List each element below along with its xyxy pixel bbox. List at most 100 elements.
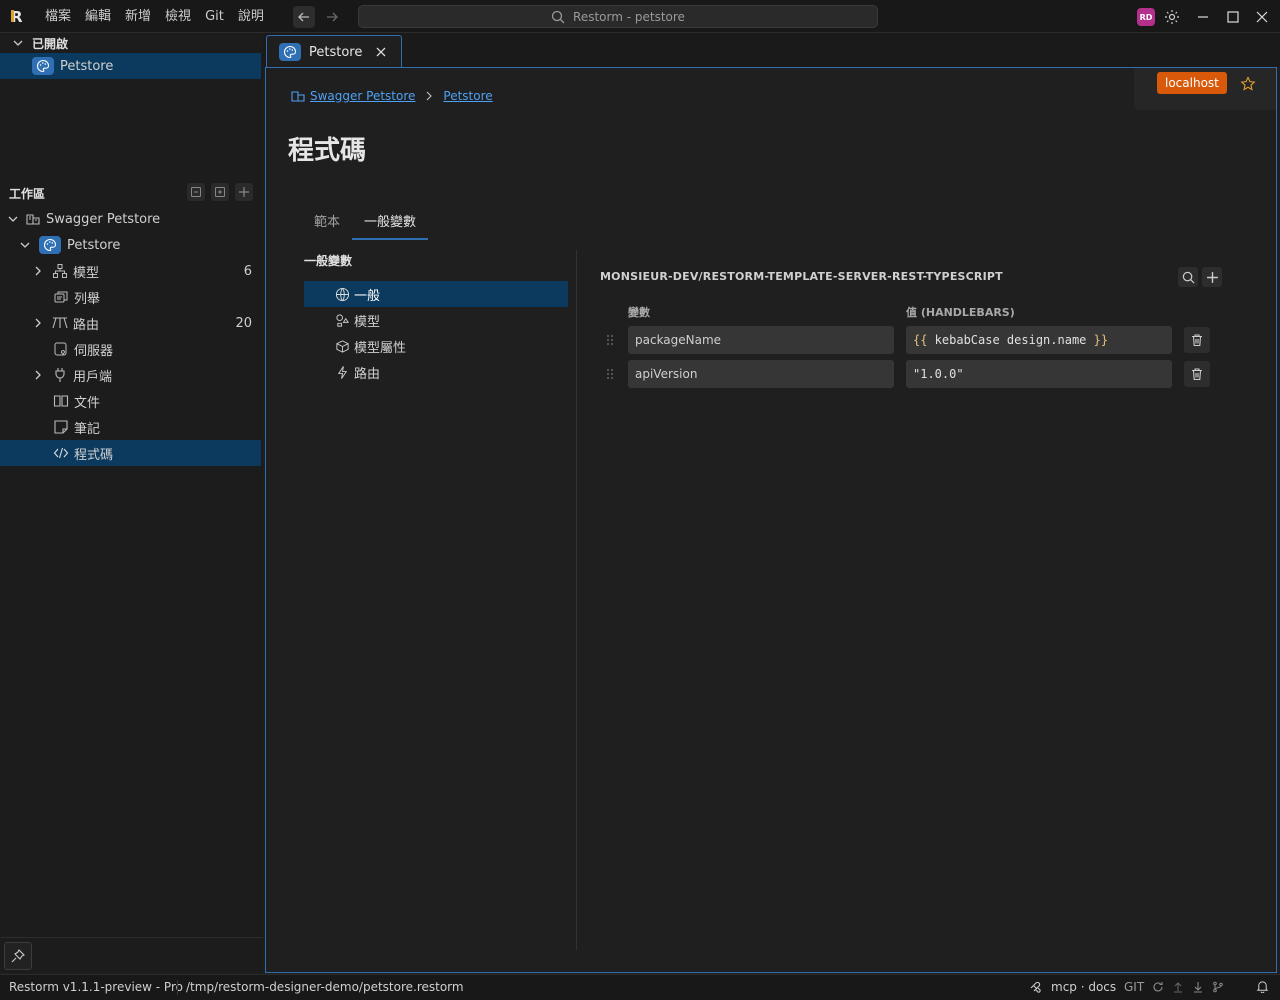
project-path[interactable]: /tmp/restorm-designer-demo/petstore.rest… (186, 975, 464, 1000)
tree-item-code[interactable]: 程式碼 (0, 440, 261, 466)
expand-all-icon (215, 187, 225, 197)
refresh-icon[interactable] (1152, 981, 1164, 993)
tree-item-models[interactable]: 模型 6 (0, 258, 261, 284)
variable-value-field[interactable]: {{ kebabCase design.name }} (906, 326, 1172, 354)
chevron-right-icon (32, 317, 44, 329)
cube-icon (334, 338, 350, 354)
add-workspace-button[interactable] (235, 183, 253, 201)
tree-root-label: Swagger Petstore (46, 211, 161, 227)
command-search[interactable]: Restorm - petstore (358, 5, 878, 28)
delete-variable-button[interactable] (1184, 327, 1210, 353)
delete-variable-button[interactable] (1184, 361, 1210, 387)
arrow-left-icon (298, 12, 309, 22)
menu-edit[interactable]: 編輯 (78, 0, 118, 33)
panel-divider (576, 250, 577, 950)
close-window-button[interactable] (1253, 8, 1271, 26)
app-logo-icon: R (9, 7, 27, 25)
variables-section-label: 一般變數 (304, 254, 353, 268)
subtab-templates[interactable]: 範本 (302, 214, 352, 240)
opened-item-petstore[interactable]: Petstore (0, 53, 261, 79)
variable-value-field[interactable]: "1.0.0" (906, 360, 1172, 388)
category-model[interactable]: 模型 (304, 307, 568, 333)
tab-close-button[interactable] (376, 47, 386, 57)
chevron-right-icon (32, 369, 44, 381)
title-bar: R 檔案 編輯 新增 檢視 Git 說明 Restorm - petstore … (0, 0, 1280, 33)
star-icon[interactable] (1240, 76, 1256, 92)
tree-root-swagger-petstore[interactable]: Swagger Petstore (0, 206, 261, 232)
trash-icon (1192, 368, 1202, 381)
tree-item-routes[interactable]: 路由 20 (0, 310, 261, 336)
maximize-button[interactable] (1224, 8, 1242, 26)
git-label: GIT (1124, 980, 1145, 994)
expand-all-button[interactable] (211, 183, 229, 201)
menu-git[interactable]: Git (198, 0, 231, 33)
palette-icon (279, 43, 301, 61)
notifications-button[interactable] (1256, 980, 1269, 993)
environment-button[interactable]: localhost (1157, 72, 1227, 94)
plus-icon (239, 187, 249, 197)
tab-petstore[interactable]: Petstore (266, 35, 402, 68)
palette-icon (39, 236, 61, 254)
breadcrumb: Swagger Petstore Petstore (290, 88, 493, 104)
tree-item-enums[interactable]: 列舉 (0, 284, 261, 310)
collapse-all-button[interactable] (187, 183, 205, 201)
branch-icon[interactable] (1212, 981, 1224, 993)
category-route[interactable]: 路由 (304, 359, 568, 385)
git-status: GIT (1124, 980, 1224, 994)
drag-handle-icon[interactable] (606, 367, 614, 381)
globe-icon (334, 286, 350, 302)
command-search-text: Restorm - petstore (573, 9, 685, 24)
tree-item-label: 伺服器 (74, 343, 114, 359)
category-model-property[interactable]: 模型屬性 (304, 333, 568, 359)
settings-button[interactable] (1163, 8, 1181, 26)
menu-view[interactable]: 檢視 (158, 0, 198, 33)
collapse-all-icon (191, 187, 201, 197)
mcp-label: mcp · docs (1051, 980, 1117, 994)
handlebars-open: {{ (913, 333, 928, 347)
tree-item-notes[interactable]: 筆記 (0, 414, 261, 440)
tree-project-petstore[interactable]: Petstore (0, 232, 261, 258)
search-variables-button[interactable] (1178, 267, 1198, 287)
variable-name-field[interactable]: packageName (628, 326, 894, 354)
push-icon[interactable] (1172, 981, 1184, 993)
arrow-right-icon (327, 12, 338, 22)
maximize-icon (1227, 11, 1239, 23)
trash-icon (1192, 334, 1202, 347)
opened-section-header[interactable]: 已開啟 (0, 33, 263, 53)
menu-file[interactable]: 檔案 (38, 0, 78, 33)
bell-icon (1256, 981, 1269, 993)
breadcrumb-current-link[interactable]: Petstore (443, 89, 492, 103)
tree-item-servers[interactable]: 伺服器 (0, 336, 261, 362)
pin-button[interactable] (4, 942, 32, 970)
forward-button[interactable] (321, 6, 343, 28)
avatar[interactable]: RD (1137, 8, 1155, 26)
plus-icon (1206, 271, 1218, 283)
enum-list-icon (53, 289, 69, 305)
tree-item-clients[interactable]: 用戶端 (0, 362, 261, 388)
mcp-status[interactable]: mcp · docs (1029, 980, 1116, 994)
close-icon (1256, 11, 1268, 23)
back-button[interactable] (293, 6, 315, 28)
subtab-general-variables[interactable]: 一般變數 (352, 214, 429, 240)
tree-item-label: 文件 (74, 395, 101, 411)
tree-item-count: 6 (243, 263, 252, 279)
minimize-icon (1198, 16, 1208, 18)
package-tools (1178, 267, 1222, 287)
pull-icon[interactable] (1192, 981, 1204, 993)
add-variable-button[interactable] (1202, 267, 1222, 287)
book-icon (53, 393, 69, 409)
chevron-down-icon (19, 239, 31, 251)
minimize-button[interactable] (1194, 8, 1212, 26)
search-icon (1182, 271, 1194, 283)
tree-item-docs[interactable]: 文件 (0, 388, 261, 414)
drag-handle-icon[interactable] (606, 333, 614, 347)
tree-item-label: 用戶端 (73, 369, 113, 385)
menu-new[interactable]: 新增 (118, 0, 158, 33)
menu-help[interactable]: 說明 (231, 0, 271, 33)
category-general[interactable]: 一般 (304, 281, 568, 307)
environment-panel: localhost (1134, 68, 1276, 110)
variable-name-field[interactable]: apiVersion (628, 360, 894, 388)
category-label: 模型 (354, 314, 381, 330)
breadcrumb-root-link[interactable]: Swagger Petstore (310, 89, 415, 103)
shapes-icon (334, 312, 350, 328)
